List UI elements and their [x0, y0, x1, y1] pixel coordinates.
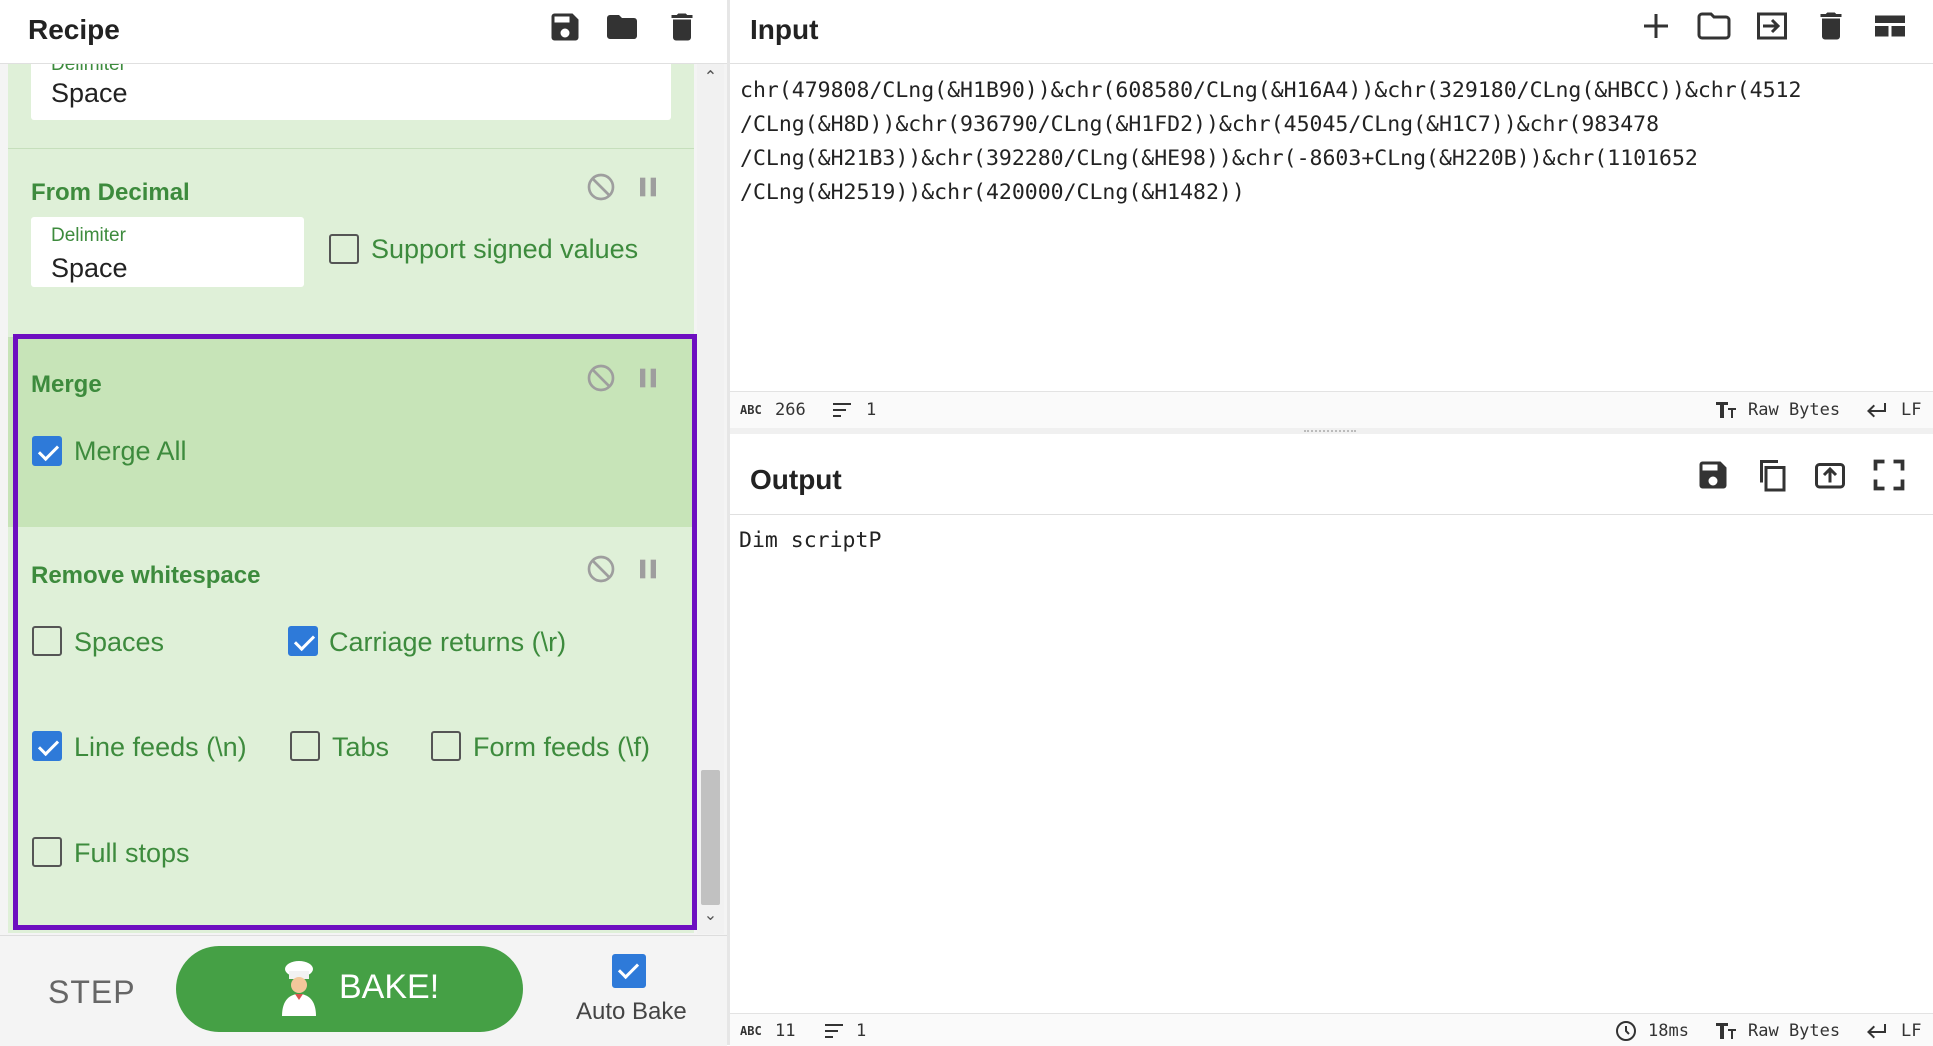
bake-label: BAKE! — [339, 968, 440, 1006]
support-signed-values-checkbox[interactable] — [329, 234, 359, 264]
recipe-title: Recipe — [28, 14, 120, 45]
reset-layout-icon[interactable] — [1872, 8, 1908, 44]
form-feeds-checkbox[interactable] — [431, 731, 461, 761]
operation-title: Merge — [31, 371, 102, 398]
scroll-up-icon[interactable]: ⌃ — [701, 68, 720, 88]
add-input-icon[interactable] — [1638, 8, 1674, 44]
recipe-operation-merge: Merge Merge All — [8, 338, 694, 528]
input-title: Input — [750, 14, 819, 45]
bake-button[interactable]: BAKE! — [176, 946, 523, 1032]
full-stops-label: Full stops — [74, 838, 190, 868]
recipe-header: Recipe — [0, 0, 727, 64]
clock-icon — [1614, 1019, 1638, 1043]
splitter-grip[interactable] — [1304, 430, 1356, 434]
open-input-icon[interactable] — [1754, 8, 1790, 44]
chef-icon — [282, 961, 316, 1016]
carriage-returns-label: Carriage returns (\r) — [329, 627, 567, 657]
auto-bake-checkbox[interactable] — [612, 954, 646, 988]
maximise-output-icon[interactable] — [1871, 457, 1907, 493]
input-header: Input — [730, 0, 1933, 64]
delimiter-label: Delimiter — [51, 225, 126, 246]
output-encoding[interactable]: Raw Bytes — [1748, 1021, 1840, 1041]
load-recipe-icon[interactable] — [604, 9, 640, 45]
support-signed-values-label: Support signed values — [371, 234, 639, 264]
input-textarea[interactable]: chr(479808/CLng(&H1B90))&chr(608580/CLng… — [740, 74, 1920, 389]
abc-icon: ABC — [740, 1024, 762, 1038]
scroll-thumb[interactable] — [701, 770, 720, 905]
recipe-operation-remove-whitespace: Remove whitespace Spaces Carriage return… — [8, 527, 694, 933]
recipe-controls: STEP BAKE! Auto Bake — [0, 935, 727, 1046]
disable-operation-icon[interactable] — [585, 362, 617, 394]
merge-all-checkbox[interactable] — [32, 436, 62, 466]
breakpoint-icon[interactable] — [632, 362, 664, 394]
output-title: Output — [750, 464, 842, 495]
abc-icon: ABC — [740, 403, 762, 417]
recipe-scrollbar[interactable]: ⌃ ⌄ — [697, 64, 724, 934]
operation-title: From Decimal — [31, 179, 190, 206]
recipe-operation: Delimiter Space — [8, 64, 694, 149]
carriage-returns-checkbox[interactable] — [288, 626, 318, 656]
output-length: 11 — [775, 1021, 796, 1041]
recipe-operation-from-decimal: From Decimal Delimiter Space Support sig… — [8, 149, 694, 338]
breakpoint-icon[interactable] — [632, 171, 664, 203]
copy-output-icon[interactable] — [1754, 457, 1790, 493]
spaces-checkbox[interactable] — [32, 626, 62, 656]
input-encoding[interactable]: Raw Bytes — [1748, 400, 1840, 420]
delimiter-field[interactable]: Delimiter Space — [31, 217, 304, 287]
tabs-checkbox[interactable] — [290, 731, 320, 761]
operation-title: Remove whitespace — [31, 562, 261, 589]
input-status-bar: ABC 266 1 Raw Bytes LF — [730, 391, 1933, 428]
lines-icon — [822, 1019, 846, 1043]
delimiter-label: Delimiter — [51, 64, 126, 75]
input-eol[interactable]: LF — [1901, 400, 1921, 420]
line-feeds-label: Line feeds (\n) — [74, 732, 247, 762]
output-lines: 1 — [856, 1021, 867, 1041]
disable-operation-icon[interactable] — [585, 553, 617, 585]
line-feeds-checkbox[interactable] — [32, 731, 62, 761]
form-feeds-label: Form feeds (\f) — [473, 732, 651, 762]
output-eol[interactable]: LF — [1901, 1021, 1921, 1041]
auto-bake-label: Auto Bake — [576, 998, 687, 1025]
lines-icon — [830, 398, 854, 422]
output-status-bar: ABC 11 1 18ms Raw Bytes LF — [730, 1013, 1933, 1046]
recipe-panel: Recipe Delimiter Space From Decimal Deli… — [0, 0, 727, 1046]
step-button[interactable]: STEP — [48, 974, 136, 1011]
recipe-operations-list: Delimiter Space From Decimal Delimiter S… — [8, 64, 694, 933]
output-header: Output — [730, 452, 1933, 515]
output-textarea[interactable]: Dim scriptP — [739, 524, 1919, 1004]
text-encoding-icon[interactable] — [1714, 1019, 1738, 1043]
spaces-label: Spaces — [74, 627, 165, 657]
text-encoding-icon[interactable] — [1714, 398, 1738, 422]
save-output-icon[interactable] — [1695, 457, 1731, 493]
delimiter-field[interactable]: Delimiter Space — [31, 64, 671, 120]
full-stops-checkbox[interactable] — [32, 837, 62, 867]
clear-recipe-icon[interactable] — [664, 9, 700, 45]
breakpoint-icon[interactable] — [632, 553, 664, 585]
eol-icon[interactable] — [1864, 398, 1888, 422]
input-lines: 1 — [866, 400, 877, 420]
column-splitter[interactable] — [727, 0, 730, 1045]
tabs-label: Tabs — [332, 732, 390, 762]
bake-time: 18ms — [1648, 1021, 1689, 1041]
delimiter-value: Space — [51, 253, 128, 283]
clear-input-icon[interactable] — [1813, 8, 1849, 44]
open-file-icon[interactable] — [1696, 8, 1732, 44]
merge-all-label: Merge All — [74, 436, 187, 466]
eol-icon[interactable] — [1864, 1019, 1888, 1043]
input-length: 266 — [775, 400, 806, 420]
save-recipe-icon[interactable] — [547, 9, 583, 45]
scroll-down-icon[interactable]: ⌄ — [701, 906, 720, 926]
delimiter-value: Space — [51, 78, 128, 108]
disable-operation-icon[interactable] — [585, 171, 617, 203]
replace-input-icon[interactable] — [1812, 457, 1848, 493]
